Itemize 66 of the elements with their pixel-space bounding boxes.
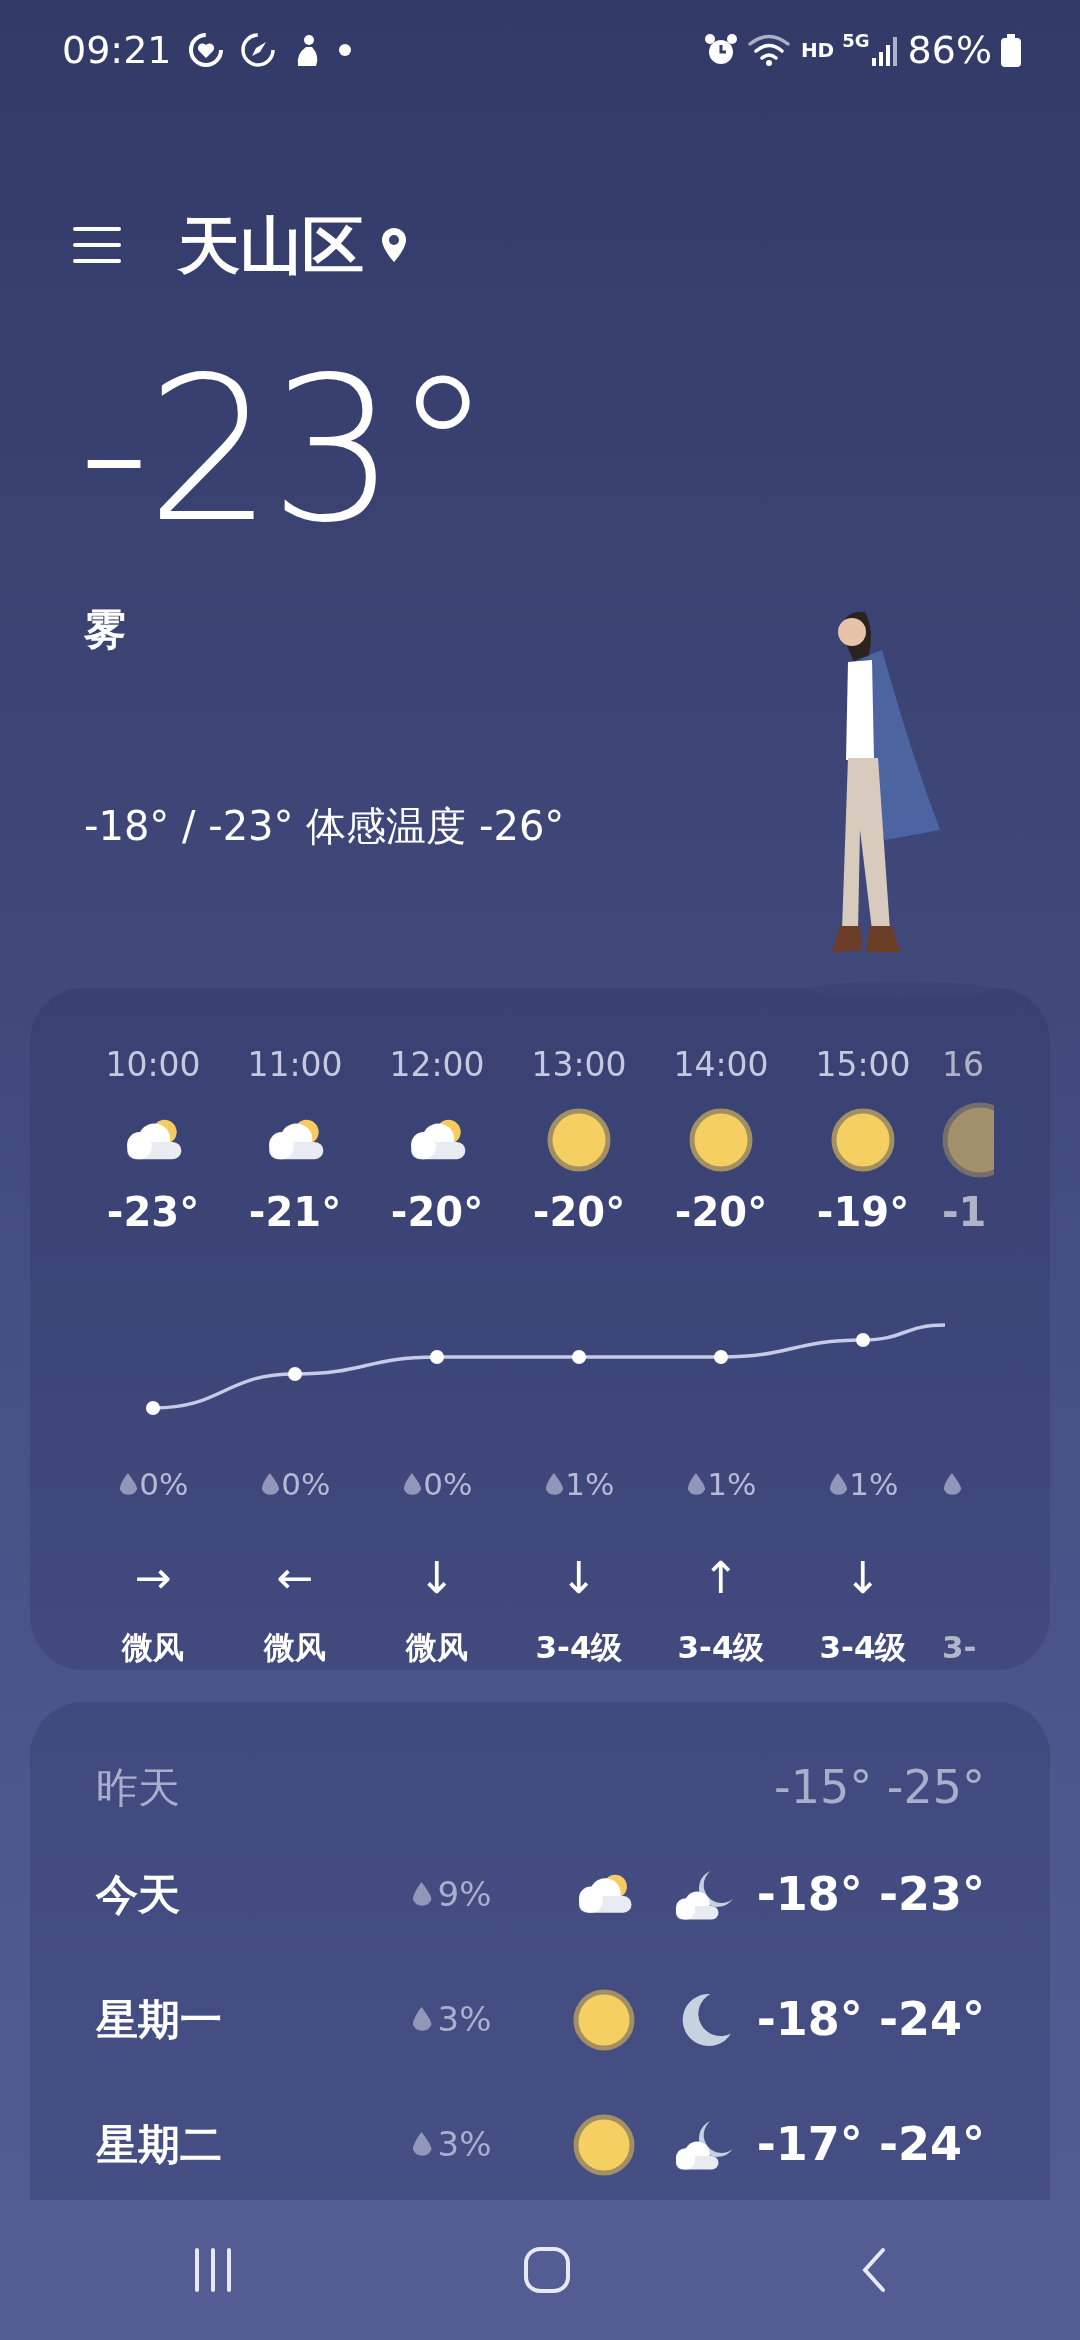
hour-label: 10:00 (105, 1044, 201, 1086)
wind-level: 3-4级 (677, 1628, 765, 1667)
weather-condition: 雾 (83, 604, 127, 656)
current-temperature: -23° (77, 350, 490, 550)
precip-chance: 0% (281, 1465, 331, 1505)
sun-icon (572, 1988, 635, 2051)
temperature-summary: -18° / -23° 体感温度 -26° (83, 802, 566, 851)
hour-temperature: -20° (532, 1188, 626, 1237)
hour-label: 16 (942, 1044, 984, 1086)
hour-label: 15:00 (815, 1044, 911, 1086)
precip-chance: 1% (565, 1465, 615, 1505)
wind-level: 3- (942, 1628, 977, 1667)
menu-icon (72, 225, 122, 265)
precip-chance: 1% (707, 1465, 757, 1505)
heart-ring-icon (187, 32, 224, 68)
hour-label: 12:00 (389, 1044, 485, 1086)
network-label: HD (800, 37, 835, 64)
wind-level: 3-4级 (819, 1628, 907, 1667)
wind-direction-arrow: ↓ (560, 1556, 598, 1600)
sun-icon (831, 1108, 895, 1172)
wind-direction-arrow: ↓ (844, 1556, 882, 1600)
location-title: 天山区 (178, 207, 364, 284)
sun-icon (689, 1108, 753, 1172)
precip-chance: 3% (437, 2123, 492, 2166)
sun-icon (547, 1108, 611, 1172)
precip-chance: 0% (423, 1465, 473, 1505)
location-pin-icon (380, 226, 408, 264)
wind-level: 微风 (122, 1628, 184, 1667)
menu-button[interactable] (72, 225, 122, 265)
dot-icon (337, 43, 352, 57)
hour-temperature: -1 (942, 1188, 987, 1237)
temperature-range: -17° -24° (756, 2116, 985, 2173)
precip-chance: 9% (437, 1873, 492, 1916)
home-button[interactable] (522, 2245, 572, 2295)
status-time: 09:21 (62, 26, 172, 74)
home-icon (522, 2245, 572, 2295)
precip-chance: 3% (437, 1998, 492, 2041)
sun-icon (572, 2113, 635, 2176)
temperature-range: -18° -23° (756, 1866, 985, 1923)
wind-direction-arrow: ← (276, 1556, 314, 1600)
hour-label: 14:00 (673, 1044, 769, 1086)
temperature-range: -18° -24° (756, 1991, 985, 2048)
precip-chance: 1% (849, 1465, 899, 1505)
day-label: 星期一 (96, 1994, 223, 2046)
temperature-range: -15° -25° (773, 1758, 985, 1816)
hour-label: 11:00 (247, 1044, 343, 1086)
hour-temperature: -19° (816, 1188, 910, 1237)
hour-temperature: -20° (674, 1188, 768, 1237)
wind-level: 3-4级 (535, 1628, 623, 1667)
network-label: 5G (842, 32, 870, 50)
hour-label: 13:00 (531, 1044, 627, 1086)
wind-direction-arrow: → (134, 1556, 172, 1600)
wind-direction-arrow: ↑ (702, 1556, 740, 1600)
wifi-icon (746, 32, 793, 68)
hour-temperature: -20° (390, 1188, 484, 1237)
day-label: 今天 (96, 1869, 181, 1921)
battery-icon (1000, 32, 1022, 68)
wind-direction-arrow: ↓ (418, 1556, 456, 1600)
wind-level: 微风 (264, 1628, 326, 1667)
day-label: 昨天 (96, 1761, 181, 1814)
battery-percent: 86% (907, 26, 992, 74)
hour-temperature: -23° (106, 1188, 200, 1237)
day-label: 星期二 (96, 2119, 223, 2171)
precip-chance: 0% (139, 1465, 189, 1505)
wind-level: 微风 (406, 1628, 468, 1667)
hour-temperature: -21° (248, 1188, 342, 1237)
